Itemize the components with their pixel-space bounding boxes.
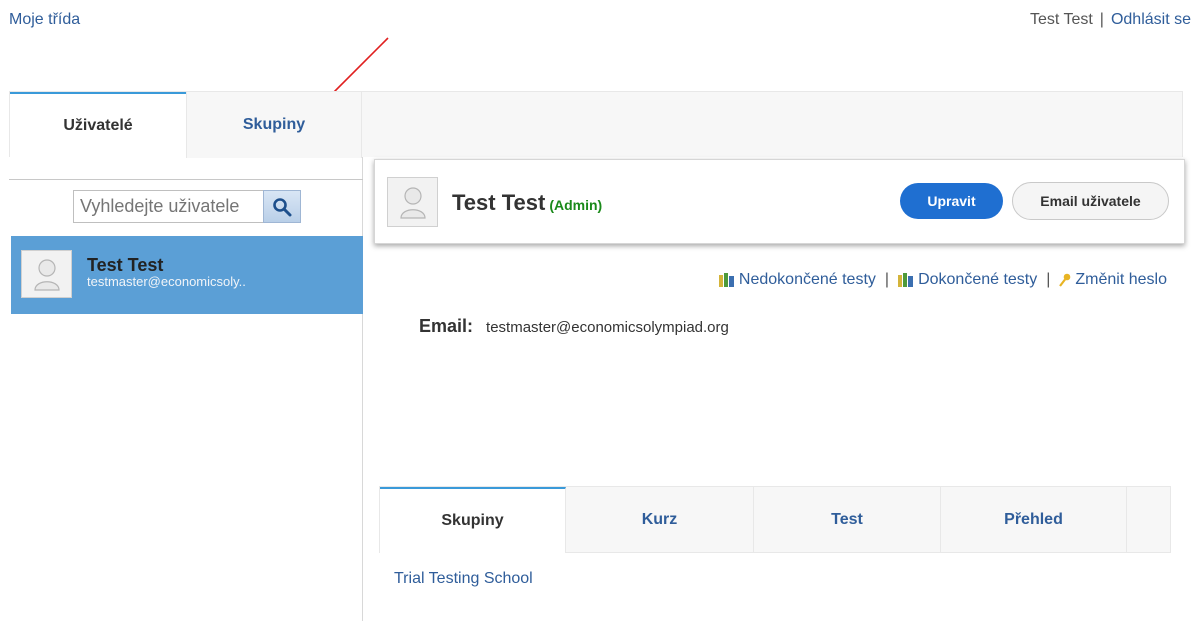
tab-overview[interactable]: Přehled <box>941 487 1127 553</box>
key-icon <box>1059 273 1071 287</box>
profile-name: Test Test (Admin) <box>452 190 602 216</box>
separator: | <box>1046 271 1051 288</box>
user-icon <box>399 187 426 219</box>
detail-tabs: Skupiny Kurz Test Přehled <box>379 486 1171 553</box>
user-menu: Test Test | Odhlásit se <box>1030 11 1191 29</box>
list-item[interactable]: Test Test testmaster@economicsoly.. <box>11 236 363 314</box>
user-email: testmaster@economicsoly.. <box>87 274 246 289</box>
tab-users[interactable]: Uživatelé <box>10 92 186 158</box>
tab-test[interactable]: Test <box>754 487 941 553</box>
email-row: Email: testmaster@economicsolympiad.org <box>419 316 729 337</box>
divider <box>9 179 363 180</box>
logout-link[interactable]: Odhlásit se <box>1111 11 1191 28</box>
tab-groups[interactable]: Skupiny <box>380 487 566 553</box>
user-search <box>73 190 301 223</box>
unfinished-tests-link[interactable]: Nedokončené testy <box>739 271 876 289</box>
tab-groups[interactable]: Skupiny <box>186 92 362 158</box>
search-button[interactable] <box>263 190 301 223</box>
user-name: Test Test <box>87 255 164 275</box>
profile-name-text: Test Test <box>452 190 546 215</box>
search-input[interactable] <box>73 190 263 223</box>
separator: | <box>884 271 890 288</box>
role-badge: (Admin) <box>549 197 603 213</box>
tab-course[interactable]: Kurz <box>566 487 754 553</box>
avatar <box>21 250 72 298</box>
books-icon <box>718 273 734 287</box>
separator: | <box>1099 11 1104 28</box>
email-value: testmaster@economicsolympiad.org <box>486 319 729 336</box>
email-user-button[interactable]: Email uživatele <box>1012 182 1169 220</box>
profile-header-card: Test Test (Admin) Upravit Email uživatele <box>374 159 1185 244</box>
edit-button[interactable]: Upravit <box>900 183 1003 219</box>
main-tabs: Uživatelé Skupiny <box>9 91 1183 158</box>
my-class-link[interactable]: Moje třída <box>9 11 80 29</box>
group-link[interactable]: Trial Testing School <box>394 570 533 588</box>
email-label: Email: <box>419 316 474 336</box>
books-icon <box>898 273 914 287</box>
current-user-name: Test Test <box>1029 11 1093 28</box>
user-list-pane: Test Test testmaster@economicsoly.. <box>9 157 363 621</box>
profile-actions: Nedokončené testy | Dokončené testy | Zm… <box>718 271 1167 289</box>
search-icon <box>273 197 292 216</box>
finished-tests-link[interactable]: Dokončené testy <box>918 271 1037 289</box>
change-password-link[interactable]: Změnit heslo <box>1075 271 1167 289</box>
avatar <box>387 177 438 227</box>
user-icon <box>33 259 60 291</box>
